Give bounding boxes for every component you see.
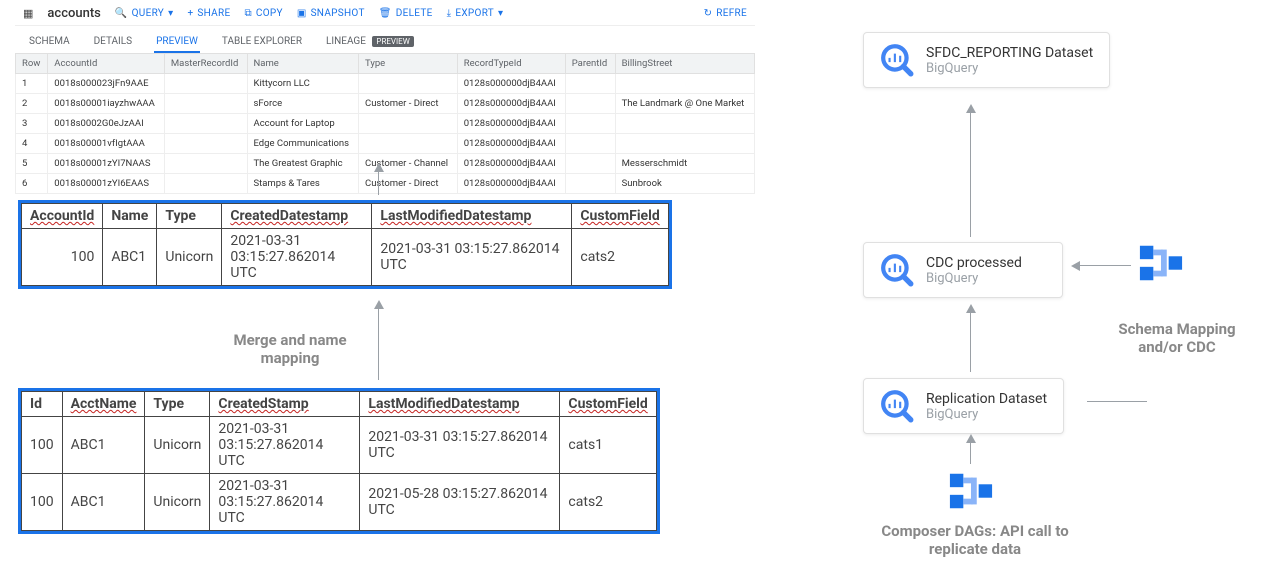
schema-cdc-label: Schema Mapping and/or CDC [1112,320,1242,356]
tab-details[interactable]: DETAILS [92,32,135,53]
merge-label: Merge and name mapping [210,331,370,367]
col-parentid: ParentId [565,54,615,74]
table-row: 100 ABC1 Unicorn 2021-03-31 03:15:27.862… [22,229,669,286]
card-title: CDC processed [926,255,1022,271]
col-billingstreet: BillingStreet [615,54,754,74]
col-created: CreatedDatestamp [230,208,348,224]
bq-header: ▦ accounts 🔍QUERY ▾ +SHARE ⧉COPY ▣SNAPSH… [15,2,755,26]
col-id: Id [22,392,63,417]
export-button[interactable]: ⤓EXPORT ▾ [447,8,504,19]
arrow-head-up-icon [374,300,384,309]
arrow-line [1087,401,1147,402]
bigquery-icon [880,389,914,423]
cloud-fusion-icon [1138,240,1184,286]
table-row: 60018s00001zYI6EAASStamps & TaresCustome… [16,174,755,194]
arrow-line [378,308,379,380]
col-created: CreatedStamp [218,396,308,412]
col-acctname: AcctName [71,396,137,412]
card-subtitle: BigQuery [926,407,1047,422]
col-row: Row [16,54,48,74]
table-row: 20018s00001iayzhwAAAsForceCustomer - Dir… [16,94,755,114]
col-type: Type [157,204,222,229]
card-title: Replication Dataset [926,391,1047,407]
table-row: 100ABC1Unicorn2021-03-31 03:15:27.862014… [22,474,657,531]
col-type: Type [145,392,210,417]
bigquery-preview-panel: ▦ accounts 🔍QUERY ▾ +SHARE ⧉COPY ▣SNAPSH… [15,2,755,194]
upper-schema-table: AccountId Name Type CreatedDatestamp Las… [18,200,672,289]
table-row: 100ABC1Unicorn2021-03-31 03:15:27.862014… [22,417,657,474]
bigquery-icon [880,253,914,287]
card-sfdc-reporting: SFDC_REPORTING DatasetBigQuery [863,32,1110,88]
arrow-head-up-icon [966,304,976,313]
preview-badge: PREVIEW [372,36,413,47]
col-type: Type [359,54,458,74]
table-row: 10018s000023jFn9AAEKittycorn LLC0128s000… [16,74,755,94]
bigquery-icon [880,43,914,77]
col-accountid: AccountId [48,54,165,74]
bq-tabs: SCHEMA DETAILS PREVIEW TABLE EXPLORER LI… [15,26,755,53]
cloud-fusion-icon [948,468,994,514]
arrow-line [970,312,971,372]
table-row: 40018s00001vfIgtAAAEdge Communications01… [16,134,755,154]
bq-data-grid: Row AccountId MasterRecordId Name Type R… [15,53,755,194]
tab-preview[interactable]: PREVIEW [154,32,200,53]
col-custom: CustomField [580,208,659,224]
arrow-line [378,171,379,195]
composer-label: Composer DAGs: API call to replicate dat… [870,522,1080,558]
col-masterrecordid: MasterRecordId [164,54,247,74]
arrow-head-up-icon [374,163,384,172]
delete-button[interactable]: 🗑DELETE [379,8,433,19]
arrow-head-left-icon [1071,261,1080,271]
copy-button[interactable]: ⧉COPY [244,8,282,19]
arrow-line [1079,265,1131,266]
snapshot-button[interactable]: ▣SNAPSHOT [297,8,365,19]
bq-table-title: accounts [47,6,100,21]
card-title: SFDC_REPORTING Dataset [926,45,1093,61]
col-name: Name [103,204,157,229]
col-modified: LastModifiedDatestamp [380,208,531,224]
refresh-button[interactable]: ↻REFRE [704,8,747,19]
card-subtitle: BigQuery [926,61,1093,76]
arrow-line [970,442,971,464]
tab-schema[interactable]: SCHEMA [27,32,72,53]
col-accountid: AccountId [30,208,94,224]
col-name: Name [247,54,359,74]
arrow-line [970,112,971,237]
card-subtitle: BigQuery [926,271,1022,286]
col-modified: LastModifiedDatestamp [368,396,519,412]
col-recordtypeid: RecordTypeId [457,54,565,74]
table-icon: ▦ [23,7,33,20]
share-button[interactable]: +SHARE [187,8,230,19]
arrow-head-up-icon [966,434,976,443]
query-button[interactable]: 🔍QUERY ▾ [115,8,174,19]
col-custom: CustomField [568,396,647,412]
card-cdc-processed: CDC processedBigQuery [863,242,1063,298]
tab-lineage[interactable]: LINEAGE PREVIEW [324,32,416,53]
tab-table-explorer[interactable]: TABLE EXPLORER [220,32,304,53]
table-row: 50018s00001zYI7NAASThe Greatest GraphicC… [16,154,755,174]
lower-schema-table: Id AcctName Type CreatedStamp LastModifi… [18,388,660,534]
table-row: 30018s0002G0eJzAAIAccount for Laptop0128… [16,114,755,134]
arrow-head-up-icon [966,104,976,113]
card-replication-dataset: Replication DatasetBigQuery [863,378,1064,434]
